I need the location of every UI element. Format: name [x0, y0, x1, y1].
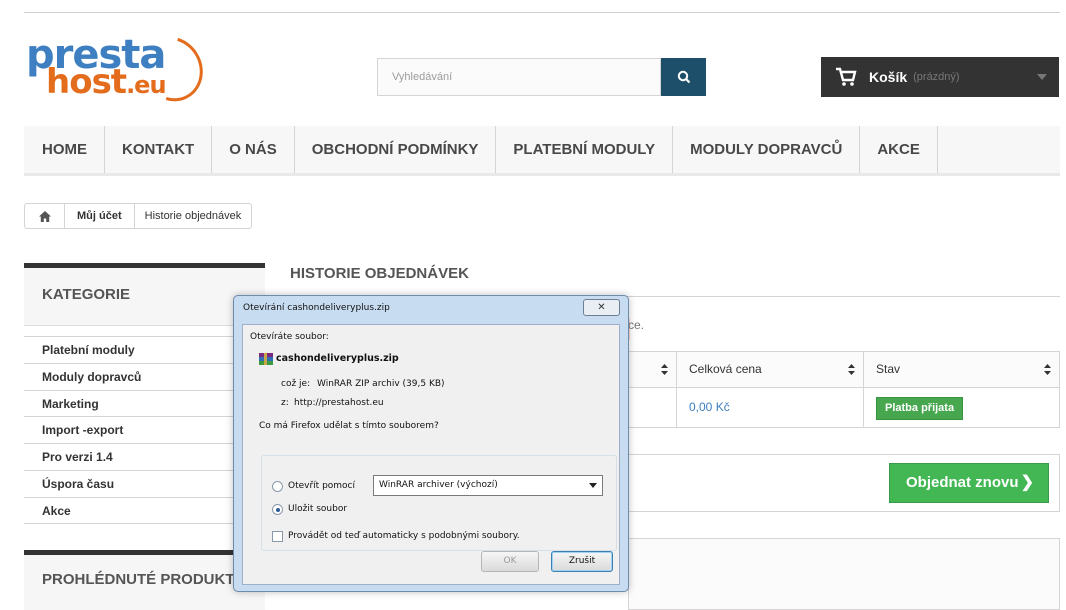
nav-item-akce[interactable]: Akce — [860, 126, 938, 173]
cart-label: Košík — [869, 69, 908, 85]
categories-list: Platební moduly Moduly dopravců Marketin… — [24, 336, 265, 524]
cart-icon — [836, 67, 857, 86]
page-title: Historie objednávek — [290, 265, 469, 282]
logo-bottom-text: host.eu — [46, 62, 167, 102]
search-icon — [677, 70, 690, 84]
open-with-radio[interactable] — [272, 481, 283, 492]
download-dialog: Otevírání cashondeliveryplus.zip ✕ Oteví… — [233, 295, 629, 592]
open-with-select[interactable]: WinRAR archiver (výchozí) — [373, 475, 603, 496]
search-input[interactable]: Vyhledávání — [377, 58, 661, 96]
breadcrumb: Můj účet Historie objednávek — [24, 203, 253, 229]
breadcrumb-home[interactable] — [25, 204, 65, 228]
auto-label[interactable]: Provádět od teď automaticky s podobnými … — [288, 531, 520, 541]
dialog-body: Otevíráte soubor: cashondeliveryplus.zip… — [242, 324, 620, 585]
viewed-products-block: Prohlédnuté produkty — [24, 550, 265, 610]
close-icon[interactable]: ✕ — [583, 299, 620, 316]
main-nav: Home Kontakt O nás Obchodní podmínky Pla… — [24, 126, 1060, 176]
nav-item-platebni-moduly[interactable]: Platební moduly — [496, 126, 674, 173]
sort-icon — [1044, 364, 1051, 375]
nav-item-home[interactable]: Home — [24, 126, 105, 173]
nav-item-kontakt[interactable]: Kontakt — [105, 126, 213, 173]
cart-status: (prázdný) — [913, 71, 960, 83]
question-label: Co má Firefox udělat s tímto souborem? — [259, 421, 442, 431]
home-icon — [38, 210, 51, 222]
category-item[interactable]: Marketing — [24, 389, 265, 417]
reorder-button[interactable]: Objednat znovu ❯ — [889, 463, 1049, 503]
viewed-products-title: Prohlédnuté produkty — [42, 571, 245, 588]
order-details-panel — [628, 538, 1060, 610]
winrar-file-icon — [259, 353, 273, 365]
category-item[interactable]: Import -export — [24, 416, 265, 444]
reorder-panel: Objednat znovu ❯ — [628, 454, 1060, 512]
table-row: 0,00 Kč Platba přijata — [628, 388, 1060, 428]
chevron-down-icon — [1037, 74, 1047, 80]
table-header-total[interactable]: Celková cena — [677, 352, 864, 387]
orders-table: Celková cena Stav 0,00 Kč Platba přijata — [628, 351, 1060, 429]
dialog-title: Otevírání cashondeliveryplus.zip — [243, 303, 390, 313]
file-name: cashondeliveryplus.zip — [276, 353, 399, 364]
ok-button[interactable]: OK — [481, 551, 539, 572]
type-label: což je: — [281, 379, 311, 389]
categories-block: Kategorie Platební moduly Moduly dopravc… — [24, 263, 265, 524]
cart-button[interactable]: Košík (prázdný) — [821, 57, 1059, 97]
chevron-right-icon: ❯ — [1020, 474, 1034, 491]
from-label: z: — [281, 398, 289, 408]
site-logo[interactable]: presta host.eu — [24, 25, 215, 113]
cancel-button[interactable]: Zrušit — [551, 551, 613, 572]
table-header-cell[interactable] — [629, 352, 677, 387]
chevron-down-icon — [589, 483, 597, 488]
nav-item-obchodni-podminky[interactable]: Obchodní podmínky — [295, 126, 497, 173]
opening-label: Otevíráte soubor: — [250, 332, 329, 342]
auto-checkbox[interactable] — [272, 531, 283, 542]
open-with-value: WinRAR archiver (výchozí) — [379, 480, 498, 490]
category-item[interactable]: Úspora času — [24, 469, 265, 497]
open-with-label[interactable]: Otevřít pomocí — [288, 481, 355, 491]
category-item[interactable]: Akce — [24, 496, 265, 524]
top-divider — [24, 12, 1060, 13]
category-item[interactable]: Pro verzi 1.4 — [24, 443, 265, 470]
order-total: 0,00 Kč — [677, 388, 864, 427]
sort-icon — [848, 364, 855, 375]
table-header-status[interactable]: Stav — [864, 352, 1059, 387]
categories-title: Kategorie — [24, 268, 265, 326]
order-status-cell: Platba přijata — [864, 388, 1059, 427]
info-text-tail: ce. — [628, 318, 645, 332]
category-item[interactable]: Moduly dopravců — [24, 362, 265, 390]
from-value: http://prestahost.eu — [294, 398, 384, 408]
breadcrumb-current: Historie objednávek — [144, 210, 242, 222]
type-value: WinRAR ZIP archiv (39,5 KB) — [317, 379, 445, 389]
save-file-radio[interactable] — [272, 504, 283, 515]
search-button[interactable] — [661, 58, 706, 96]
save-file-label[interactable]: Uložit soubor — [288, 504, 347, 514]
status-badge: Platba přijata — [876, 397, 964, 420]
table-header: Celková cena Stav — [628, 351, 1060, 388]
category-item[interactable]: Platební moduly — [24, 336, 265, 363]
table-cell — [629, 388, 677, 427]
breadcrumb-account[interactable]: Můj účet — [65, 204, 134, 228]
nav-item-moduly-dopravcu[interactable]: Moduly dopravců — [673, 126, 861, 173]
sort-icon — [661, 364, 668, 375]
nav-item-o-nas[interactable]: O nás — [212, 126, 295, 173]
